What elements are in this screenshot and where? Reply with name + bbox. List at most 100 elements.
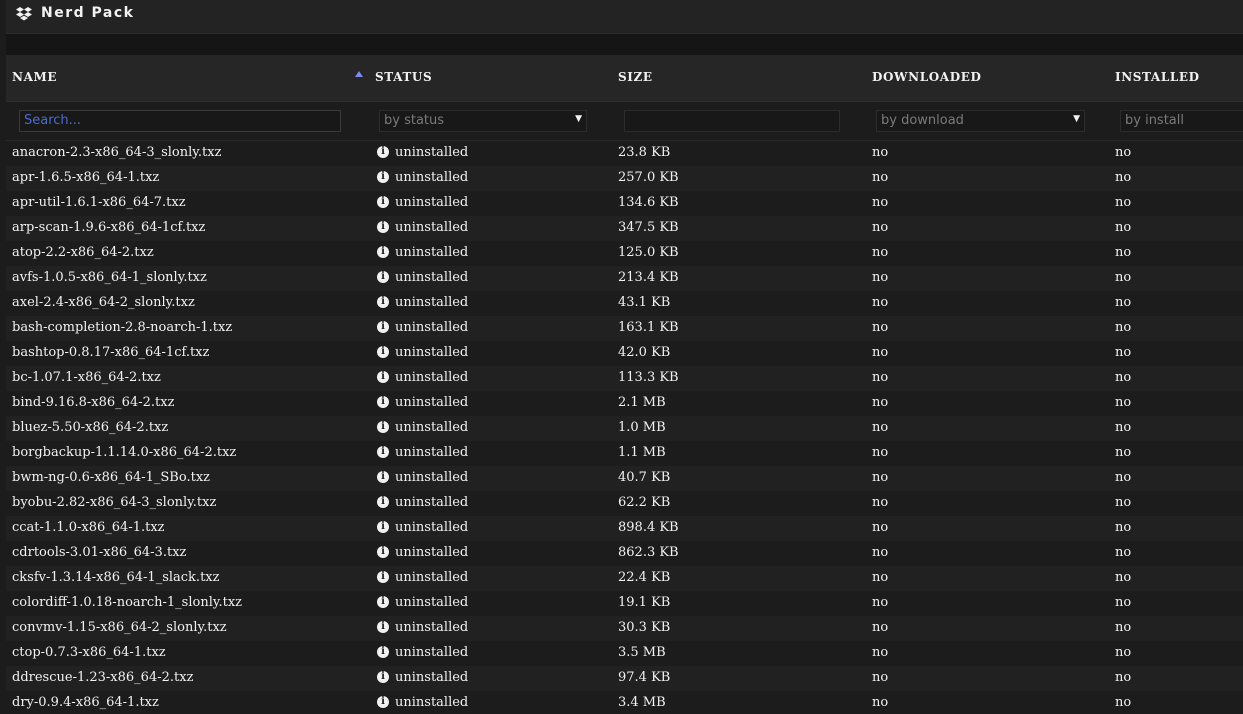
- info-circle-icon[interactable]: i: [377, 646, 389, 658]
- info-circle-icon[interactable]: i: [377, 396, 389, 408]
- table-row[interactable]: i cksfv-1.3.14-x86_64-1_slack.txz uninstal…: [6, 566, 1243, 591]
- downloaded-cell: no: [872, 520, 889, 535]
- status-cell: uninstalled: [395, 345, 469, 360]
- downloaded-cell: no: [872, 370, 889, 385]
- table-row[interactable]: i convmv-1.15-x86_64-2_slonly.txz uninstal…: [6, 616, 1243, 641]
- downloaded-cell: no: [872, 320, 889, 335]
- size-cell: 2.1 MB: [618, 395, 666, 410]
- size-cell: 213.4 KB: [618, 270, 679, 285]
- info-circle-icon[interactable]: i: [377, 371, 389, 383]
- installed-cell: no: [1115, 495, 1132, 510]
- info-circle-icon[interactable]: i: [377, 196, 389, 208]
- downloaded-cell: no: [872, 670, 889, 685]
- table-row[interactable]: i byobu-2.82-x86_64-3_slonly.txz uninstall…: [6, 491, 1243, 516]
- info-circle-icon[interactable]: i: [377, 421, 389, 433]
- package-name-cell: bash-completion-2.8-noarch-1.txz: [12, 320, 233, 335]
- info-circle-icon[interactable]: i: [377, 621, 389, 633]
- installed-cell: no: [1115, 395, 1132, 410]
- info-circle-icon[interactable]: i: [377, 346, 389, 358]
- package-name-cell: bind-9.16.8-x86_64-2.txz: [12, 395, 175, 410]
- installed-cell: no: [1115, 220, 1132, 235]
- info-circle-icon[interactable]: i: [377, 146, 389, 158]
- table-row[interactable]: i axel-2.4-x86_64-2_slonly.txz uninstalled…: [6, 291, 1243, 316]
- status-filter-select[interactable]: by status ▼: [379, 110, 587, 132]
- column-header-downloaded[interactable]: DOWNLOADED: [872, 70, 981, 84]
- table-row[interactable]: i anacron-2.3-x86_64-3_slonly.txz uninstal…: [6, 141, 1243, 166]
- table-row[interactable]: i arp-scan-1.9.6-x86_64-1cf.txz uninstalle…: [6, 216, 1243, 241]
- info-circle-icon[interactable]: i: [377, 596, 389, 608]
- status-cell: uninstalled: [395, 370, 469, 385]
- status-cell: uninstalled: [395, 545, 469, 560]
- size-cell: 3.4 MB: [618, 695, 666, 710]
- column-header-status[interactable]: STATUS: [375, 70, 432, 84]
- status-cell: uninstalled: [395, 620, 469, 635]
- install-filter-value: by install: [1125, 113, 1184, 128]
- table-row[interactable]: i colordiff-1.0.18-noarch-1_slonly.txz uni…: [6, 591, 1243, 616]
- info-circle-icon[interactable]: i: [377, 546, 389, 558]
- info-circle-icon[interactable]: i: [377, 446, 389, 458]
- package-name-cell: colordiff-1.0.18-noarch-1_slonly.txz: [12, 595, 243, 610]
- table-row[interactable]: i bc-1.07.1-x86_64-2.txz uninstalled 113.3 …: [6, 366, 1243, 391]
- size-cell: 134.6 KB: [618, 195, 679, 210]
- package-name-cell: arp-scan-1.9.6-x86_64-1cf.txz: [12, 220, 206, 235]
- size-cell: 113.3 KB: [618, 370, 679, 385]
- table-row[interactable]: i apr-1.6.5-x86_64-1.txz uninstalled 257.0 …: [6, 166, 1243, 191]
- size-cell: 347.5 KB: [618, 220, 679, 235]
- column-header-size[interactable]: SIZE: [618, 70, 653, 84]
- table-row[interactable]: i ctop-0.7.3-x86_64-1.txz uninstalled 3.5 M…: [6, 641, 1243, 666]
- package-name-cell: bwm-ng-0.6-x86_64-1_SBo.txz: [12, 470, 210, 485]
- info-circle-icon[interactable]: i: [377, 246, 389, 258]
- table-row[interactable]: i apr-util-1.6.1-x86_64-7.txz uninstalled 1…: [6, 191, 1243, 216]
- info-circle-icon[interactable]: i: [377, 571, 389, 583]
- table-row[interactable]: i atop-2.2-x86_64-2.txz uninstalled 125.0 K…: [6, 241, 1243, 266]
- downloaded-cell: no: [872, 495, 889, 510]
- info-circle-icon[interactable]: i: [377, 321, 389, 333]
- name-search-input[interactable]: Search...: [19, 110, 341, 132]
- downloaded-cell: no: [872, 545, 889, 560]
- table-row[interactable]: i ddrescue-1.23-x86_64-2.txz uninstalled 97…: [6, 666, 1243, 691]
- installed-cell: no: [1115, 620, 1132, 635]
- size-cell: 40.7 KB: [618, 470, 671, 485]
- column-header-installed[interactable]: INSTALLED: [1115, 70, 1200, 84]
- info-circle-icon[interactable]: i: [377, 696, 389, 708]
- table-row[interactable]: i dry-0.9.4-x86_64-1.txz uninstalled 3.4 MB…: [6, 691, 1243, 714]
- status-cell: uninstalled: [395, 520, 469, 535]
- package-name-cell: atop-2.2-x86_64-2.txz: [12, 245, 154, 260]
- info-circle-icon[interactable]: i: [377, 271, 389, 283]
- downloaded-cell: no: [872, 295, 889, 310]
- info-circle-icon[interactable]: i: [377, 496, 389, 508]
- download-filter-select[interactable]: by download ▼: [876, 110, 1085, 132]
- package-name-cell: bashtop-0.8.17-x86_64-1cf.txz: [12, 345, 210, 360]
- table-row[interactable]: i bind-9.16.8-x86_64-2.txz uninstalled 2.1 …: [6, 391, 1243, 416]
- installed-cell: no: [1115, 195, 1132, 210]
- table-row[interactable]: i bashtop-0.8.17-x86_64-1cf.txz uninstalle…: [6, 341, 1243, 366]
- info-circle-icon[interactable]: i: [377, 221, 389, 233]
- status-cell: uninstalled: [395, 220, 469, 235]
- package-name-cell: axel-2.4-x86_64-2_slonly.txz: [12, 295, 195, 310]
- info-circle-icon[interactable]: i: [377, 671, 389, 683]
- installed-cell: no: [1115, 245, 1132, 260]
- package-name-cell: cksfv-1.3.14-x86_64-1_slack.txz: [12, 570, 220, 585]
- install-filter-select[interactable]: by install: [1120, 110, 1243, 132]
- table-row[interactable]: i avfs-1.0.5-x86_64-1_slonly.txz uninstall…: [6, 266, 1243, 291]
- table-row[interactable]: i borgbackup-1.1.14.0-x86_64-2.txz uninsta…: [6, 441, 1243, 466]
- info-circle-icon[interactable]: i: [377, 521, 389, 533]
- table-row[interactable]: i bwm-ng-0.6-x86_64-1_SBo.txz uninstalled 4…: [6, 466, 1243, 491]
- downloaded-cell: no: [872, 345, 889, 360]
- info-circle-icon[interactable]: i: [377, 296, 389, 308]
- size-filter-input[interactable]: [624, 110, 840, 132]
- package-name-cell: apr-1.6.5-x86_64-1.txz: [12, 170, 160, 185]
- size-cell: 3.5 MB: [618, 645, 666, 660]
- info-circle-icon[interactable]: i: [377, 471, 389, 483]
- table-row[interactable]: i ccat-1.1.0-x86_64-1.txz uninstalled 898.4…: [6, 516, 1243, 541]
- info-circle-icon[interactable]: i: [377, 171, 389, 183]
- column-header-name[interactable]: NAME: [12, 70, 57, 84]
- size-cell: 97.4 KB: [618, 670, 671, 685]
- downloaded-cell: no: [872, 570, 889, 585]
- table-row[interactable]: i bluez-5.50-x86_64-2.txz uninstalled 1.0 M…: [6, 416, 1243, 441]
- table-row[interactable]: i bash-completion-2.8-noarch-1.txz uninsta…: [6, 316, 1243, 341]
- sort-ascending-icon[interactable]: [355, 71, 363, 77]
- installed-cell: no: [1115, 370, 1132, 385]
- table-row[interactable]: i cdrtools-3.01-x86_64-3.txz uninstalled 86…: [6, 541, 1243, 566]
- package-table: NAME STATUS SIZE DOWNLOADED INSTALLED Se…: [6, 55, 1243, 714]
